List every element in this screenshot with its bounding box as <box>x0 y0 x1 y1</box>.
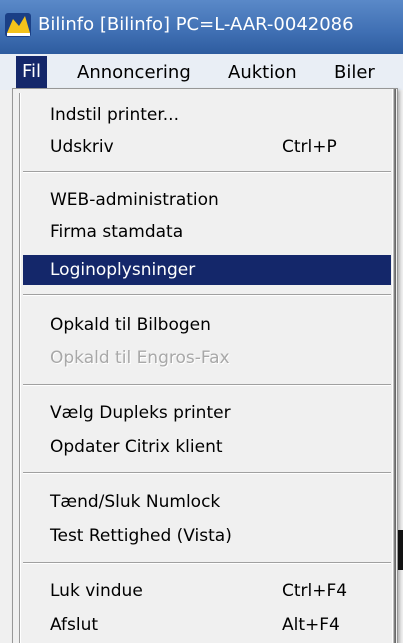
menu-item-opkald-engros-fax: Opkald til Engros-Fax <box>23 343 391 373</box>
menu-separator <box>23 171 391 173</box>
menu-right-edge <box>392 89 396 643</box>
menu-item-luk-vindue[interactable]: Luk vindue Ctrl+F4 <box>23 576 391 606</box>
bilinfo-logo-icon <box>5 13 31 37</box>
menu-item-label: Loginoplysninger <box>50 260 196 280</box>
menu-item-label: WEB-administration <box>50 190 219 210</box>
menu-item-label: Test Rettighed (Vista) <box>50 526 232 546</box>
menu-item-shortcut: Alt+F4 <box>282 615 340 635</box>
background-window-fragment <box>398 530 403 570</box>
menu-item-label: Tænd/Sluk Numlock <box>50 492 221 512</box>
menu-annoncering[interactable]: Annoncering <box>77 59 191 87</box>
menu-separator <box>23 562 391 564</box>
menu-item-label: Opdater Citrix klient <box>50 437 223 457</box>
menu-separator <box>23 472 391 474</box>
menu-item-test-rettighed[interactable]: Test Rettighed (Vista) <box>23 521 391 551</box>
menu-item-opdater-citrix-klient[interactable]: Opdater Citrix klient <box>23 432 391 462</box>
menu-item-web-administration[interactable]: WEB-administration <box>23 185 391 215</box>
menu-separator <box>23 294 391 296</box>
menu-item-afslut[interactable]: Afslut Alt+F4 <box>23 610 391 640</box>
menu-item-opkald-bilbogen[interactable]: Opkald til Bilbogen <box>23 310 391 340</box>
menu-auktion[interactable]: Auktion <box>228 59 297 87</box>
menu-bar: Fil Annoncering Auktion Biler <box>0 54 403 90</box>
menu-item-label: Opkald til Bilbogen <box>50 315 211 335</box>
menu-item-label: Udskriv <box>50 137 114 157</box>
menu-gutter-line <box>19 93 21 643</box>
menu-item-udskriv[interactable]: Udskriv Ctrl+P <box>23 132 391 162</box>
menu-item-label: Firma stamdata <box>50 222 184 242</box>
menu-item-shortcut: Ctrl+P <box>282 137 337 157</box>
menu-separator <box>23 384 391 386</box>
window-title: Bilinfo [Bilinfo] PC=L-AAR-0042086 <box>38 14 354 35</box>
menu-item-vaelg-dupleks-printer[interactable]: Vælg Dupleks printer <box>23 398 391 428</box>
menu-item-loginoplysninger[interactable]: Loginoplysninger <box>23 255 391 285</box>
menu-item-label: Indstil printer... <box>50 105 179 125</box>
menu-item-indstil-printer[interactable]: Indstil printer... <box>23 100 391 130</box>
menu-item-label: Opkald til Engros-Fax <box>50 348 230 368</box>
menu-fil[interactable]: Fil <box>16 56 48 88</box>
menu-item-shortcut: Ctrl+F4 <box>282 581 348 601</box>
menu-item-label: Luk vindue <box>50 581 143 601</box>
menu-item-taend-sluk-numlock[interactable]: Tænd/Sluk Numlock <box>23 487 391 517</box>
title-bar[interactable]: Bilinfo [Bilinfo] PC=L-AAR-0042086 <box>0 0 403 54</box>
menu-item-label: Afslut <box>50 615 99 635</box>
menu-item-firma-stamdata[interactable]: Firma stamdata <box>23 217 391 247</box>
menu-biler[interactable]: Biler <box>334 59 375 87</box>
menu-item-label: Vælg Dupleks printer <box>50 403 231 423</box>
fil-dropdown-menu: Indstil printer... Udskriv Ctrl+P WEB-ad… <box>12 88 398 643</box>
